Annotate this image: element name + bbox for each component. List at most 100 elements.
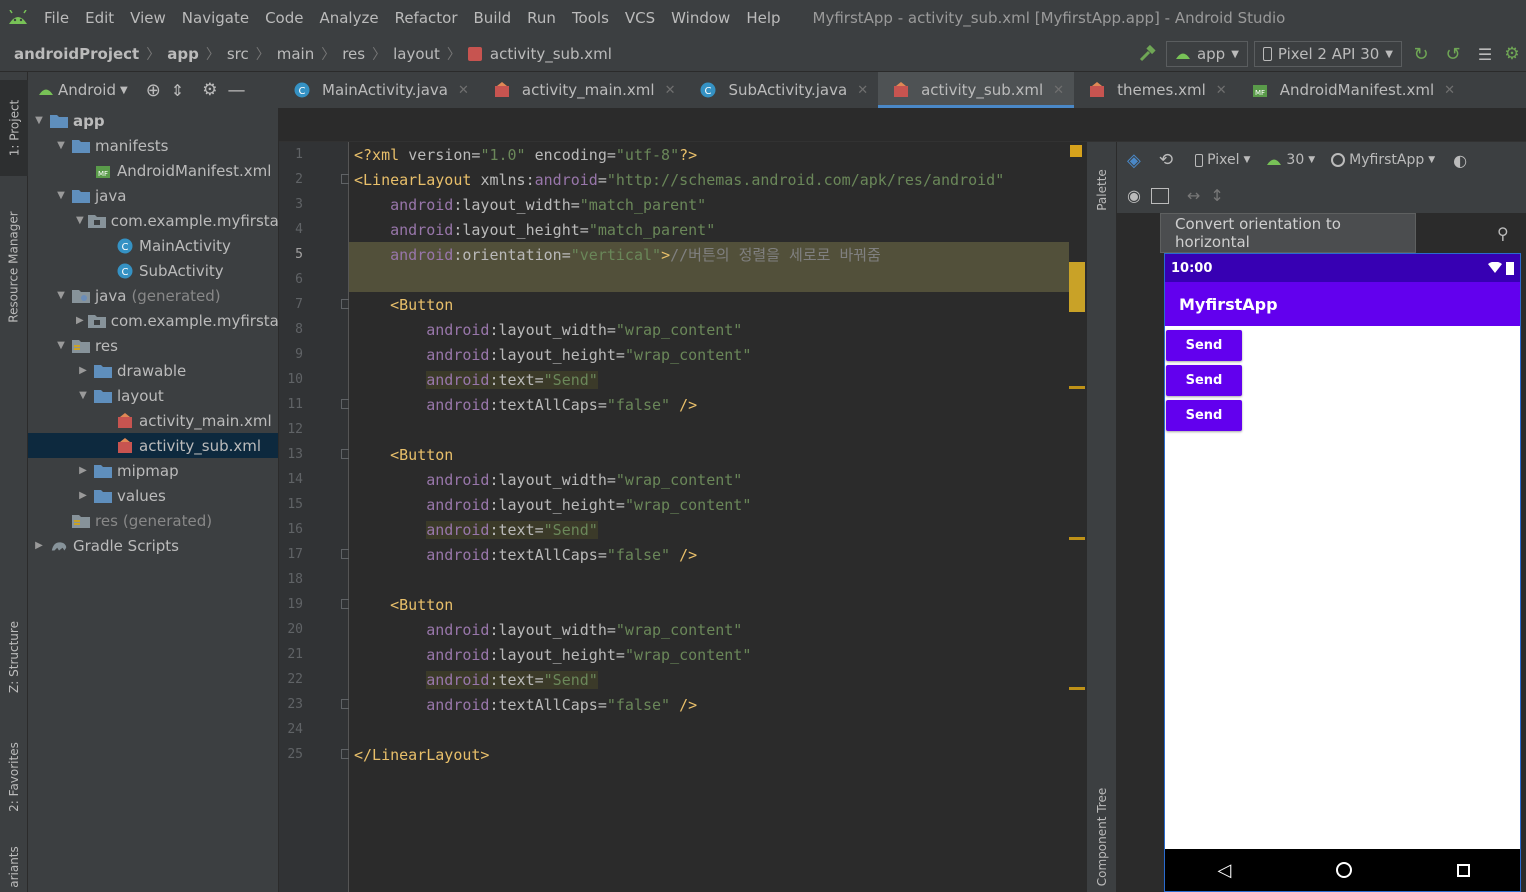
breadcrumb-item[interactable]: layout bbox=[389, 45, 444, 63]
orientation-icon[interactable]: ⟲ bbox=[1159, 150, 1173, 170]
back-icon[interactable]: ◁ bbox=[1217, 860, 1231, 881]
favorites-tool-tab[interactable]: 2: Favorites bbox=[0, 727, 28, 827]
menu-build[interactable]: Build bbox=[466, 9, 520, 27]
tree-node[interactable]: ▶ Gradle Scripts bbox=[28, 533, 278, 558]
warning-marker[interactable] bbox=[1069, 537, 1085, 540]
sync-gear-icon[interactable]: ⚙ bbox=[1504, 44, 1520, 64]
project-tool-tab[interactable]: 1: Project bbox=[0, 80, 28, 176]
tree-node[interactable]: MF AndroidManifest.xml bbox=[28, 158, 278, 183]
tree-node[interactable]: ▼ java bbox=[28, 183, 278, 208]
expand-arrow-down-icon[interactable]: ▼ bbox=[76, 215, 84, 226]
tree-node[interactable]: res (generated) bbox=[28, 508, 278, 533]
tree-node[interactable]: ▶ drawable bbox=[28, 358, 278, 383]
preview-send-button[interactable]: Send bbox=[1166, 330, 1242, 361]
device-select[interactable]: Pixel 2 API 30 ▼ bbox=[1253, 41, 1402, 67]
error-stripe[interactable] bbox=[1069, 142, 1085, 892]
theme-select[interactable]: MyfirstApp ▼ bbox=[1331, 152, 1435, 168]
tree-node[interactable]: ▶ values bbox=[28, 483, 278, 508]
editor-tab[interactable]: C MainActivity.java ✕ bbox=[279, 72, 479, 108]
breadcrumb-item[interactable]: androidProject bbox=[10, 45, 143, 63]
editor-tab[interactable]: themes.xml ✕ bbox=[1074, 72, 1237, 108]
blueprint-columns-icon[interactable] bbox=[1150, 187, 1169, 204]
menu-analyze[interactable]: Analyze bbox=[311, 9, 386, 27]
tree-node[interactable]: C SubActivity bbox=[28, 258, 278, 283]
preview-send-button[interactable]: Send bbox=[1166, 400, 1242, 431]
recents-icon[interactable] bbox=[1456, 863, 1470, 877]
close-icon[interactable]: ✕ bbox=[458, 83, 469, 98]
expand-arrow-down-icon[interactable]: ▼ bbox=[54, 190, 68, 201]
device-preview-select[interactable]: Pixel ▼ bbox=[1195, 152, 1250, 168]
menu-view[interactable]: View bbox=[122, 9, 174, 27]
home-icon[interactable] bbox=[1335, 862, 1352, 878]
expand-arrow-right-icon[interactable]: ▶ bbox=[76, 315, 84, 326]
close-icon[interactable]: ✕ bbox=[665, 83, 676, 98]
close-icon[interactable]: ✕ bbox=[1053, 83, 1064, 98]
close-icon[interactable]: ✕ bbox=[1216, 83, 1227, 98]
menu-window[interactable]: Window bbox=[663, 9, 738, 27]
expand-arrow-right-icon[interactable]: ▶ bbox=[76, 465, 90, 476]
palette-tab[interactable]: Palette bbox=[1087, 150, 1117, 230]
settings-gear-icon[interactable]: ⚙ bbox=[202, 80, 217, 100]
locale-globe-icon[interactable]: ◐ bbox=[1453, 151, 1467, 170]
apply-code-changes-icon[interactable]: ↺ bbox=[1440, 44, 1466, 65]
menu-refactor[interactable]: Refactor bbox=[387, 9, 466, 27]
expand-arrow-right-icon[interactable]: ▶ bbox=[32, 540, 46, 551]
change-marker[interactable] bbox=[1069, 262, 1085, 312]
eye-icon[interactable]: ◉ bbox=[1127, 186, 1141, 205]
menu-help[interactable]: Help bbox=[738, 9, 788, 27]
breadcrumb-item[interactable]: app bbox=[163, 45, 203, 63]
vertical-orientation-icon[interactable]: ↕ bbox=[1210, 186, 1223, 205]
tree-node[interactable]: ▶ com.example.myfirstap bbox=[28, 308, 278, 333]
run-configuration-select[interactable]: app ▼ bbox=[1165, 41, 1248, 67]
tree-node[interactable]: activity_main.xml bbox=[28, 408, 278, 433]
menu-vcs[interactable]: VCS bbox=[617, 9, 663, 27]
list-icon[interactable]: ☰ bbox=[1472, 45, 1498, 64]
menu-navigate[interactable]: Navigate bbox=[174, 9, 257, 27]
apply-changes-icon[interactable]: ↻ bbox=[1408, 44, 1434, 65]
menu-run[interactable]: Run bbox=[519, 9, 564, 27]
tree-node[interactable]: ▼ layout bbox=[28, 383, 278, 408]
build-hammer-icon[interactable] bbox=[1134, 45, 1160, 63]
close-icon[interactable]: ✕ bbox=[857, 83, 868, 98]
menu-file[interactable]: File bbox=[36, 9, 77, 27]
menu-tools[interactable]: Tools bbox=[564, 9, 617, 27]
editor-tab[interactable]: MF AndroidManifest.xml ✕ bbox=[1237, 72, 1465, 108]
editor-tab[interactable]: activity_sub.xml ✕ bbox=[878, 72, 1075, 108]
breadcrumb-item[interactable]: main bbox=[273, 45, 318, 63]
warning-marker[interactable] bbox=[1069, 386, 1085, 389]
preview-send-button[interactable]: Send bbox=[1166, 365, 1242, 396]
tree-node[interactable]: ▼ app bbox=[28, 108, 278, 133]
pin-icon[interactable]: ⚲ bbox=[1497, 224, 1509, 243]
tree-node[interactable]: ▶ mipmap bbox=[28, 458, 278, 483]
expand-arrow-down-icon[interactable]: ▼ bbox=[76, 390, 90, 401]
menu-code[interactable]: Code bbox=[257, 9, 311, 27]
code-editor[interactable]: <?xml version= "1.0" encoding= "utf-8" ?> <L… bbox=[349, 142, 1069, 892]
tree-node[interactable]: activity_sub.xml bbox=[28, 433, 278, 458]
editor-tab[interactable]: activity_main.xml ✕ bbox=[479, 72, 686, 108]
inspection-status-marker[interactable] bbox=[1070, 145, 1082, 157]
project-view-select[interactable]: Android ▼ bbox=[38, 81, 128, 99]
breadcrumb-item[interactable]: activity_sub.xml bbox=[486, 45, 616, 63]
collapse-all-icon[interactable]: ⇕ bbox=[171, 81, 184, 100]
menu-edit[interactable]: Edit bbox=[77, 9, 122, 27]
expand-arrow-down-icon[interactable]: ▼ bbox=[54, 340, 68, 351]
close-icon[interactable]: ✕ bbox=[1444, 83, 1455, 98]
build-variants-tool-tab[interactable]: ariants bbox=[0, 842, 28, 892]
tree-node[interactable]: ▼ java (generated) bbox=[28, 283, 278, 308]
expand-arrow-right-icon[interactable]: ▶ bbox=[76, 365, 90, 376]
locate-target-icon[interactable]: ⊕ bbox=[146, 80, 161, 101]
tree-node[interactable]: ▼ manifests bbox=[28, 133, 278, 158]
breadcrumb-item[interactable]: res bbox=[338, 45, 369, 63]
api-level-select[interactable]: 30 ▼ bbox=[1266, 152, 1315, 168]
component-tree-tab[interactable]: Component Tree bbox=[1087, 782, 1117, 892]
horizontal-orientation-icon[interactable]: ↔ bbox=[1187, 186, 1200, 205]
expand-arrow-down-icon[interactable]: ▼ bbox=[54, 290, 68, 301]
tree-node[interactable]: C MainActivity bbox=[28, 233, 278, 258]
resource-manager-tool-tab[interactable]: Resource Manager bbox=[0, 192, 28, 342]
expand-arrow-down-icon[interactable]: ▼ bbox=[32, 115, 46, 126]
design-surface-layers-icon[interactable]: ◈ bbox=[1127, 150, 1141, 171]
breadcrumb-item[interactable]: src bbox=[223, 45, 253, 63]
tree-node[interactable]: ▼ com.example.myfirstap bbox=[28, 208, 278, 233]
editor-tab[interactable]: C SubActivity.java ✕ bbox=[685, 72, 878, 108]
expand-arrow-down-icon[interactable]: ▼ bbox=[54, 140, 68, 151]
